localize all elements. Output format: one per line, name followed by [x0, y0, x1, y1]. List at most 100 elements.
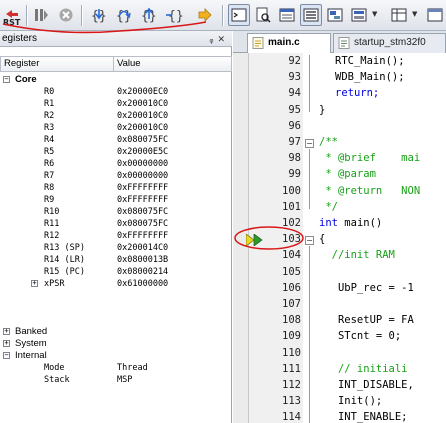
- line-number: 95: [288, 103, 301, 116]
- register-value[interactable]: 0x200010C0: [117, 122, 168, 134]
- register-row[interactable]: Stack MSP: [0, 374, 232, 386]
- expand-icon[interactable]: +: [3, 340, 10, 347]
- fold-toggle-icon[interactable]: −: [305, 236, 314, 246]
- run-to-cursor-button[interactable]: {}: [163, 4, 185, 26]
- command-window-button[interactable]: [228, 4, 250, 26]
- register-name: R9: [44, 195, 55, 205]
- toolbar-separator: [81, 5, 82, 26]
- code-line[interactable]: /**: [319, 136, 338, 148]
- tab-main-c[interactable]: main.c: [247, 33, 331, 53]
- register-row[interactable]: R2 0x200010C0: [0, 110, 232, 122]
- register-row[interactable]: R1 0x200010C0: [0, 98, 232, 110]
- code-line[interactable]: * @param: [319, 168, 376, 180]
- tree-group-core[interactable]: − Core: [0, 74, 232, 86]
- disassembly-window-button[interactable]: [252, 4, 274, 26]
- toolbar-more-button[interactable]: [424, 4, 446, 26]
- editor-tab-bar: main.c startup_stm32f0: [233, 31, 446, 53]
- symbols-window-button[interactable]: [276, 4, 298, 26]
- collapse-icon[interactable]: −: [3, 76, 10, 83]
- step-over-button[interactable]: {}: [113, 4, 135, 26]
- code-line[interactable]: {: [319, 233, 325, 245]
- code-line[interactable]: //init RAM: [319, 249, 395, 261]
- show-next-statement-icon: [198, 8, 212, 22]
- register-row[interactable]: R8 0xFFFFFFFF: [0, 182, 232, 194]
- register-value[interactable]: 0x61000000: [117, 278, 168, 290]
- register-row[interactable]: R0 0x20000EC0: [0, 86, 232, 98]
- code-line[interactable]: STcnt = 0;: [319, 330, 401, 342]
- register-value[interactable]: 0x00000000: [117, 170, 168, 182]
- register-name: Stack: [44, 375, 70, 385]
- register-row[interactable]: R3 0x200010C0: [0, 122, 232, 134]
- register-row[interactable]: R5 0x20000E5C: [0, 146, 232, 158]
- line-number: 92: [288, 55, 301, 67]
- line-number: 93: [288, 71, 301, 84]
- fold-toggle-icon[interactable]: −: [305, 139, 314, 148]
- code-line[interactable]: UbP_rec = -1: [319, 282, 414, 294]
- register-value[interactable]: 0x20000E5C: [117, 146, 168, 158]
- register-value[interactable]: 0x200014C0: [117, 242, 168, 254]
- register-value[interactable]: 0x00000000: [117, 158, 168, 170]
- code-line[interactable]: INT_DISABLE,: [319, 379, 414, 391]
- code-line[interactable]: }: [319, 104, 325, 116]
- collapse-icon[interactable]: −: [3, 352, 10, 359]
- registers-window-button[interactable]: [300, 4, 322, 26]
- register-value[interactable]: 0x080075FC: [117, 218, 168, 230]
- register-row[interactable]: R14 (LR) 0x0800013B: [0, 254, 232, 266]
- line-number: 97: [288, 136, 301, 148]
- register-value[interactable]: 0x200010C0: [117, 98, 168, 110]
- window-icon: [427, 8, 443, 22]
- tree-group-internal[interactable]: − Internal: [0, 350, 232, 362]
- watch-window-button[interactable]: [348, 4, 370, 26]
- code-line[interactable]: int main(): [319, 217, 382, 229]
- register-row[interactable]: R10 0x080075FC: [0, 206, 232, 218]
- code-line[interactable]: * @return NON: [319, 185, 420, 197]
- code-line[interactable]: */: [319, 201, 338, 213]
- register-row[interactable]: R15 (PC) 0x08000214: [0, 266, 232, 278]
- step-out-button[interactable]: {}: [138, 4, 160, 26]
- column-header-register[interactable]: Register: [0, 56, 114, 72]
- register-row[interactable]: + xPSR 0x61000000: [0, 278, 232, 290]
- register-value[interactable]: 0x0800013B: [117, 254, 168, 266]
- code-line[interactable]: * @brief mai: [319, 152, 420, 164]
- code-line[interactable]: return;: [335, 87, 379, 99]
- register-row[interactable]: R12 0xFFFFFFFF: [0, 230, 232, 242]
- code-line[interactable]: RTC_Main();: [335, 55, 405, 67]
- register-row[interactable]: R4 0x080075FC: [0, 134, 232, 146]
- tab-startup-file[interactable]: startup_stm32f0: [333, 33, 446, 53]
- register-row[interactable]: R6 0x00000000: [0, 158, 232, 170]
- show-next-statement-button[interactable]: [194, 4, 216, 26]
- reset-button[interactable]: RST: [1, 4, 23, 27]
- call-stack-window-button[interactable]: [324, 4, 346, 26]
- code-line[interactable]: WDB_Main();: [335, 71, 405, 83]
- code-line[interactable]: Init();: [319, 395, 382, 407]
- expand-icon[interactable]: +: [31, 280, 38, 287]
- register-row[interactable]: R9 0xFFFFFFFF: [0, 194, 232, 206]
- register-value[interactable]: 0x08000214: [117, 266, 168, 278]
- tree-group-banked[interactable]: + Banked: [0, 326, 232, 338]
- stop-button[interactable]: [55, 4, 77, 26]
- close-icon[interactable]: ✕: [217, 34, 229, 44]
- register-value[interactable]: 0xFFFFFFFF: [117, 230, 168, 242]
- step-into-button[interactable]: {}: [88, 4, 110, 26]
- register-row[interactable]: R13 (SP) 0x200014C0: [0, 242, 232, 254]
- register-row[interactable]: R7 0x00000000: [0, 170, 232, 182]
- column-header-value[interactable]: Value: [114, 56, 232, 72]
- register-name: R8: [44, 183, 55, 193]
- code-line[interactable]: ResetUP = FA: [319, 314, 414, 326]
- run-button[interactable]: [30, 4, 52, 26]
- chevron-down-icon[interactable]: ▼: [412, 10, 420, 18]
- register-value[interactable]: 0x080075FC: [117, 206, 168, 218]
- expand-icon[interactable]: +: [3, 328, 10, 335]
- tree-group-system[interactable]: + System: [0, 338, 232, 350]
- register-row[interactable]: Mode Thread: [0, 362, 232, 374]
- memory-window-button[interactable]: [388, 4, 410, 26]
- code-line[interactable]: INT_ENABLE;: [319, 411, 408, 423]
- register-row[interactable]: R11 0x080075FC: [0, 218, 232, 230]
- register-value[interactable]: 0xFFFFFFFF: [117, 194, 168, 206]
- chevron-down-icon[interactable]: ▼: [372, 10, 380, 18]
- register-value[interactable]: 0x200010C0: [117, 110, 168, 122]
- code-line[interactable]: // initiali: [319, 363, 408, 375]
- register-value[interactable]: 0x080075FC: [117, 134, 168, 146]
- register-value[interactable]: 0x20000EC0: [117, 86, 168, 98]
- register-value[interactable]: 0xFFFFFFFF: [117, 182, 168, 194]
